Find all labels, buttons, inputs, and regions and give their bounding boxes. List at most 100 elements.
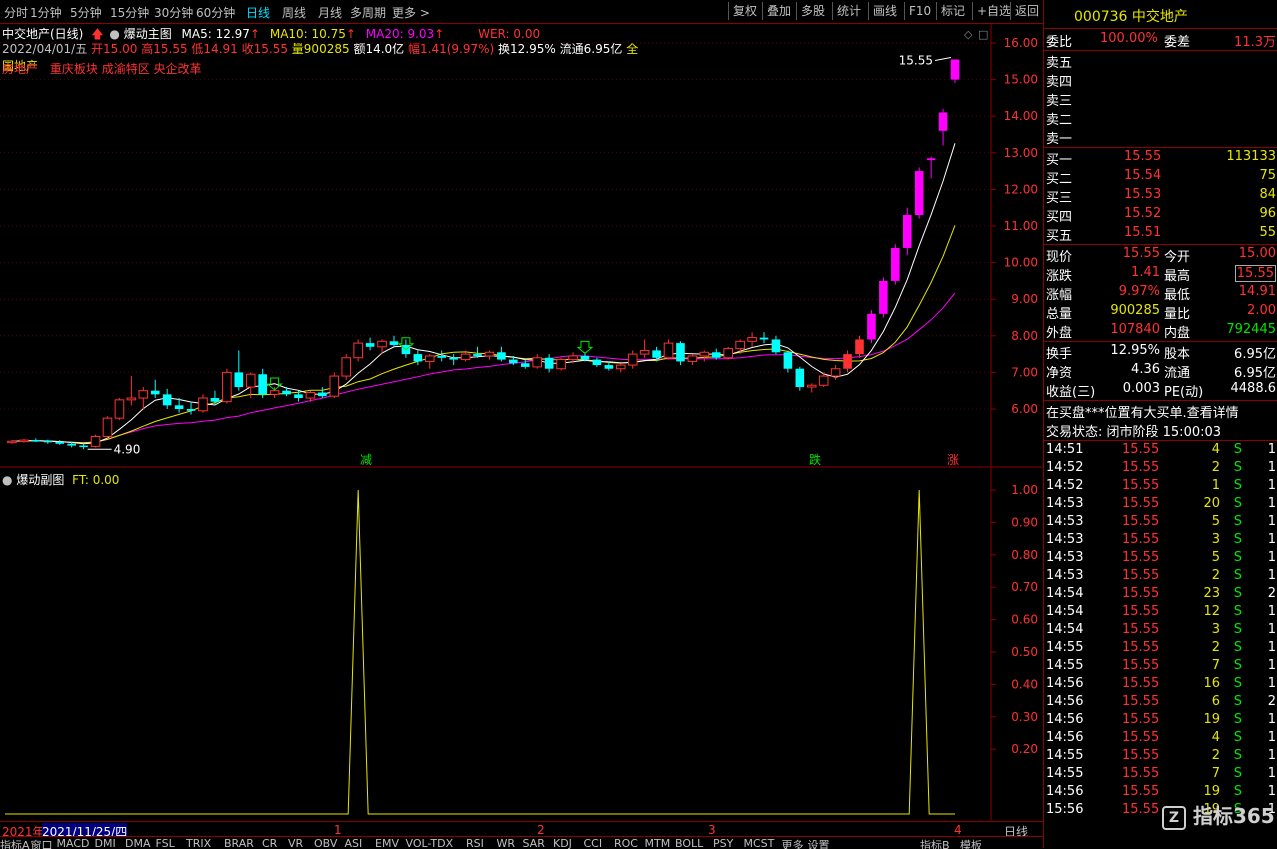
candle[interactable] bbox=[305, 392, 316, 399]
indicator-tab[interactable]: BOLL bbox=[675, 837, 703, 849]
candle[interactable] bbox=[210, 398, 220, 402]
candle[interactable] bbox=[771, 339, 781, 353]
candle[interactable] bbox=[735, 340, 745, 350]
candle[interactable] bbox=[520, 363, 530, 367]
indicator-tab[interactable]: DMI bbox=[95, 837, 116, 849]
indicator-tab[interactable]: MACD bbox=[57, 837, 90, 849]
candle[interactable] bbox=[31, 440, 41, 442]
candle[interactable] bbox=[759, 337, 769, 340]
indicator-tab[interactable]: 窗口 bbox=[31, 837, 53, 849]
candle[interactable] bbox=[639, 349, 650, 355]
candle[interactable] bbox=[102, 417, 113, 437]
sub-indicator-chart[interactable]: 1.00 0.90 0.80 0.70 0.60 0.50 0.40 0.30 0.20 bbox=[0, 468, 1043, 820]
indicator-tab[interactable]: 模板 bbox=[960, 837, 982, 849]
indicator-tab[interactable]: SAR bbox=[523, 837, 545, 849]
candle[interactable] bbox=[711, 352, 721, 358]
indicator-tab[interactable]: ROC bbox=[614, 837, 638, 849]
candle[interactable] bbox=[413, 354, 423, 362]
candle[interactable] bbox=[627, 353, 638, 366]
candle[interactable] bbox=[329, 375, 340, 397]
candle[interactable] bbox=[544, 357, 554, 369]
candle[interactable] bbox=[55, 441, 65, 444]
indicator-tab[interactable]: TRIX bbox=[186, 837, 211, 849]
candle[interactable] bbox=[162, 394, 172, 406]
indicator-tab[interactable]: 指标A bbox=[0, 837, 30, 849]
candle[interactable] bbox=[663, 342, 674, 359]
toolbar-button[interactable]: 返回 bbox=[1010, 2, 1043, 20]
candle[interactable] bbox=[437, 355, 447, 358]
candle[interactable] bbox=[580, 355, 590, 360]
candle[interactable] bbox=[818, 375, 829, 386]
indicator-tab[interactable]: FSL bbox=[156, 837, 175, 849]
period-tab[interactable]: 分时 bbox=[4, 4, 28, 21]
indicator-tab[interactable]: DMA bbox=[125, 837, 151, 849]
candle[interactable] bbox=[484, 351, 495, 357]
indicator-tab[interactable]: MCST bbox=[744, 837, 775, 849]
candle[interactable] bbox=[795, 368, 805, 388]
candle[interactable] bbox=[365, 343, 375, 347]
candle[interactable] bbox=[174, 405, 184, 409]
candle[interactable] bbox=[424, 355, 435, 362]
candle[interactable] bbox=[90, 435, 101, 447]
candle[interactable] bbox=[747, 337, 757, 342]
candle[interactable] bbox=[938, 112, 948, 131]
candle[interactable] bbox=[902, 215, 912, 248]
candle[interactable] bbox=[126, 397, 137, 401]
candle[interactable] bbox=[150, 390, 160, 395]
candle[interactable] bbox=[67, 443, 76, 446]
candle[interactable] bbox=[532, 357, 543, 368]
toolbar-button[interactable]: 复权 bbox=[728, 2, 761, 20]
period-tab[interactable]: 日线 bbox=[246, 4, 270, 21]
candle[interactable] bbox=[676, 343, 685, 362]
candle[interactable] bbox=[282, 390, 291, 395]
candle[interactable] bbox=[449, 357, 458, 360]
indicator-tab[interactable]: WR bbox=[497, 837, 516, 849]
candle[interactable] bbox=[843, 354, 852, 369]
indicator-tab[interactable]: EMV bbox=[375, 837, 399, 849]
indicator-tab[interactable]: CCI bbox=[584, 837, 603, 849]
toolbar-button[interactable]: +自选 bbox=[972, 2, 1015, 20]
candle[interactable] bbox=[353, 342, 363, 359]
indicator-tab[interactable]: VOL-TDX bbox=[406, 837, 454, 849]
candle[interactable] bbox=[460, 353, 471, 361]
candle[interactable] bbox=[497, 352, 506, 360]
candle[interactable] bbox=[245, 373, 256, 388]
candle[interactable] bbox=[830, 368, 841, 377]
indicator-tab[interactable]: KDJ bbox=[553, 837, 572, 849]
candle[interactable] bbox=[509, 359, 518, 364]
indicator-tab[interactable]: RSI bbox=[466, 837, 484, 849]
indicator-tab[interactable]: 更多 bbox=[782, 837, 804, 849]
period-tab[interactable]: 1分钟 bbox=[30, 4, 62, 21]
toolbar-button[interactable]: F10 bbox=[904, 2, 935, 20]
period-tab[interactable]: 更多 > bbox=[392, 4, 430, 21]
collapse-icon[interactable]: ◇ bbox=[964, 28, 973, 41]
candle[interactable] bbox=[879, 280, 888, 314]
period-tab[interactable]: 5分钟 bbox=[70, 4, 102, 21]
indicator-tab[interactable]: OBV bbox=[314, 837, 337, 849]
candle[interactable] bbox=[950, 59, 960, 80]
indicator-tab[interactable]: ASI bbox=[345, 837, 363, 849]
candle[interactable] bbox=[43, 440, 53, 443]
period-tab[interactable]: 15分钟 bbox=[110, 4, 149, 21]
period-tab[interactable]: 多周期 bbox=[350, 4, 386, 21]
candle[interactable] bbox=[341, 357, 352, 377]
candle[interactable] bbox=[186, 409, 196, 411]
candle[interactable] bbox=[926, 158, 936, 161]
candle[interactable] bbox=[138, 390, 149, 399]
candle[interactable] bbox=[294, 394, 303, 399]
candle[interactable] bbox=[258, 374, 267, 395]
candle[interactable] bbox=[723, 348, 733, 359]
period-tab[interactable]: 60分钟 bbox=[196, 4, 235, 21]
toolbar-button[interactable]: 画线 bbox=[868, 2, 901, 20]
period-tab[interactable]: 月线 bbox=[318, 4, 342, 21]
toolbar-button[interactable]: 叠加 bbox=[762, 2, 795, 20]
candle[interactable] bbox=[318, 392, 327, 397]
candle[interactable] bbox=[855, 339, 864, 355]
candle[interactable] bbox=[615, 364, 626, 370]
candle[interactable] bbox=[473, 354, 482, 356]
candle[interactable] bbox=[234, 372, 244, 388]
indicator-tab[interactable]: VR bbox=[288, 837, 303, 849]
period-tab[interactable]: 30分钟 bbox=[154, 4, 193, 21]
candle[interactable] bbox=[389, 341, 399, 345]
indicator-tab[interactable]: PSY bbox=[713, 837, 733, 849]
